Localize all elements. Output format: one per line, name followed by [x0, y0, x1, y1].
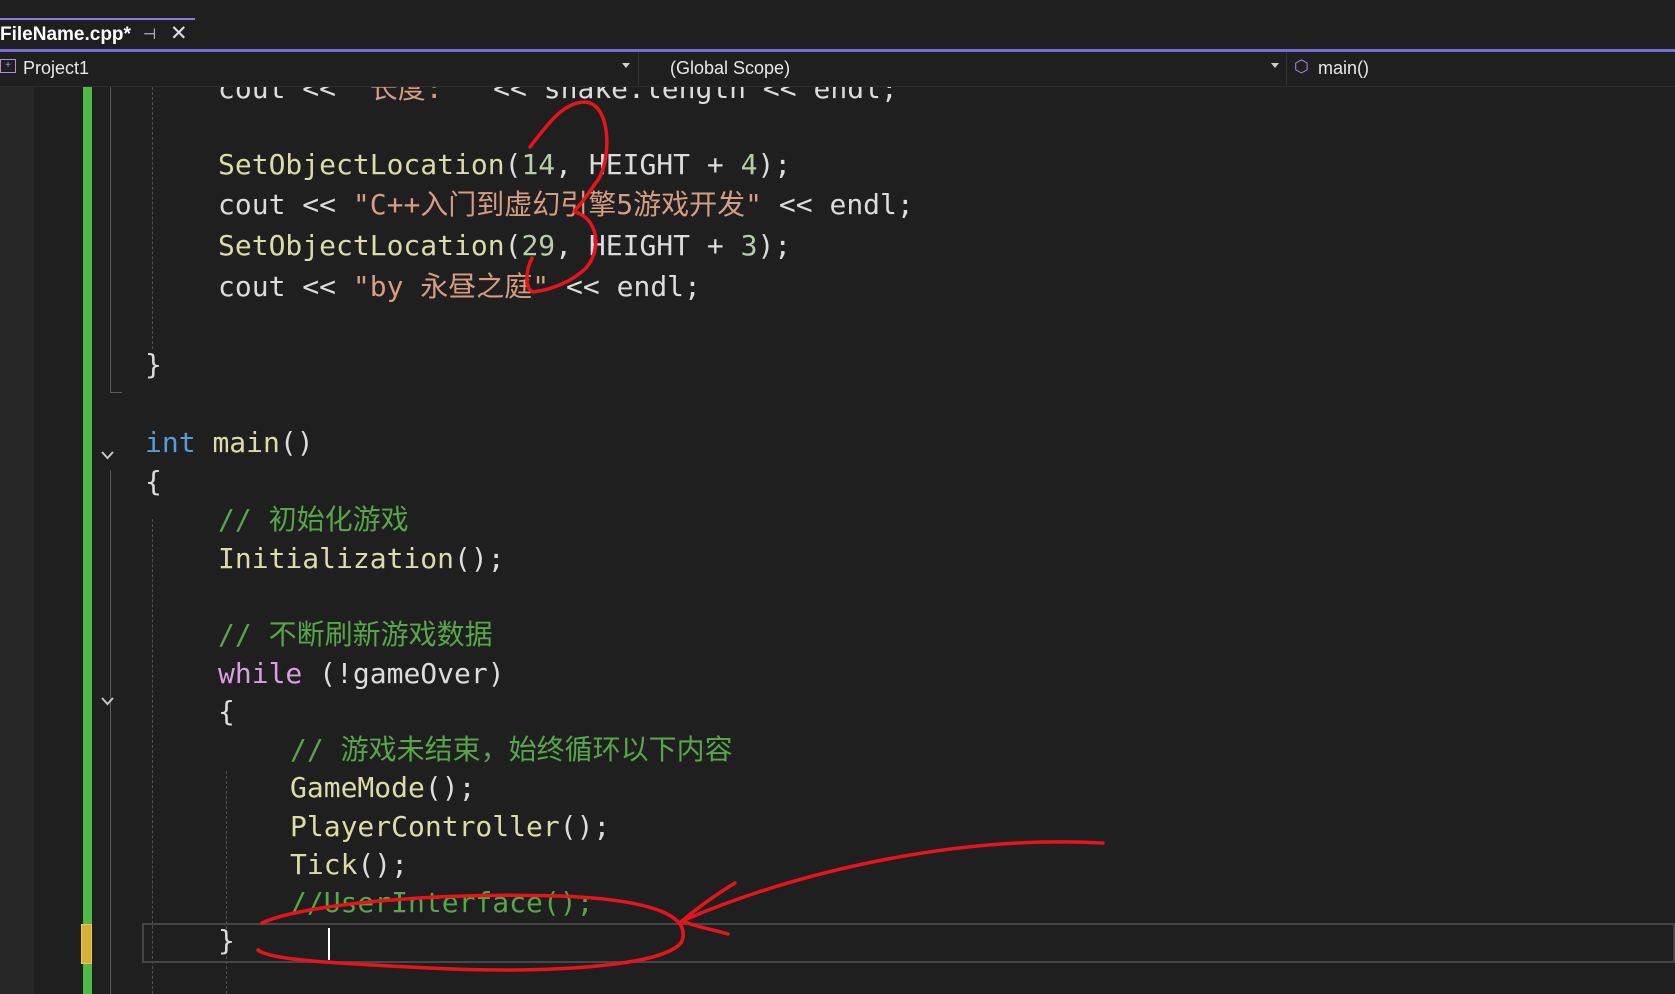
member-name: main(): [1318, 58, 1370, 78]
code-line: {: [218, 695, 235, 728]
code-line: cout << "by 永昼之庭" << endl;: [218, 270, 701, 303]
code-line: int main(): [145, 426, 314, 459]
close-icon[interactable]: ✕: [170, 21, 188, 46]
tab-filename[interactable]: FileName.cpp* ⊣ ✕: [0, 18, 195, 49]
code-comment: // 游戏未结束，始终循环以下内容: [290, 733, 733, 766]
code-comment: //UserInterface();: [290, 886, 594, 919]
scope-name: (Global Scope): [670, 58, 791, 78]
text-caret: [328, 928, 330, 960]
scope-dropdown[interactable]: (Global Scope): [640, 52, 1287, 85]
project-dropdown[interactable]: + Project1: [0, 52, 639, 85]
code-line: while (!gameOver): [218, 657, 505, 690]
code-line: SetObjectLocation(29, HEIGHT + 3);: [218, 229, 792, 262]
code-comment: // 初始化游戏: [218, 503, 409, 536]
unsaved-change-marker: [81, 924, 92, 964]
code-comment: // 不断刷新游戏数据: [218, 618, 493, 651]
code-line: GameMode();: [290, 771, 476, 804]
tab-strip: FileName.cpp* ⊣ ✕: [0, 0, 1675, 52]
pin-icon[interactable]: ⊣: [143, 25, 156, 43]
current-line-highlight: [142, 923, 1675, 963]
indent-guide: [152, 87, 153, 349]
code-line: }: [145, 348, 162, 381]
member-dropdown[interactable]: ⬡ main(): [1288, 52, 1675, 85]
code-line: SetObjectLocation(14, HEIGHT + 4);: [218, 148, 792, 181]
code-line: Tick();: [290, 848, 409, 881]
indicator-margin: [0, 87, 34, 994]
navigation-bar: + Project1 (Global Scope) ⬡ main(): [0, 52, 1675, 87]
dropdown-icon: [1271, 63, 1279, 68]
code-line: Initialization();: [218, 542, 505, 575]
code-line: PlayerController();: [290, 810, 611, 843]
dropdown-icon: [622, 63, 630, 68]
cube-icon: ⬡: [1294, 57, 1309, 76]
outline-line: [110, 87, 111, 392]
project-name: Project1: [23, 58, 90, 78]
chevron-down-icon[interactable]: [101, 694, 114, 707]
code-line: }: [218, 924, 235, 957]
code-line: {: [145, 465, 162, 498]
outline-line: [110, 713, 111, 994]
code-line: cout << "C++入门到虚幻引擎5游戏开发" << endl;: [218, 188, 914, 221]
change-tracking-bar: [83, 87, 92, 994]
project-icon: +: [0, 59, 16, 73]
code-line: cout << "长度: " << snake.length << endl;: [218, 87, 898, 105]
chevron-down-icon[interactable]: [101, 448, 114, 461]
tab-title: FileName.cpp*: [0, 24, 131, 45]
outline-end: [110, 392, 122, 393]
code-editor[interactable]: cout << "长度: " << snake.length << endl; …: [0, 87, 1675, 994]
